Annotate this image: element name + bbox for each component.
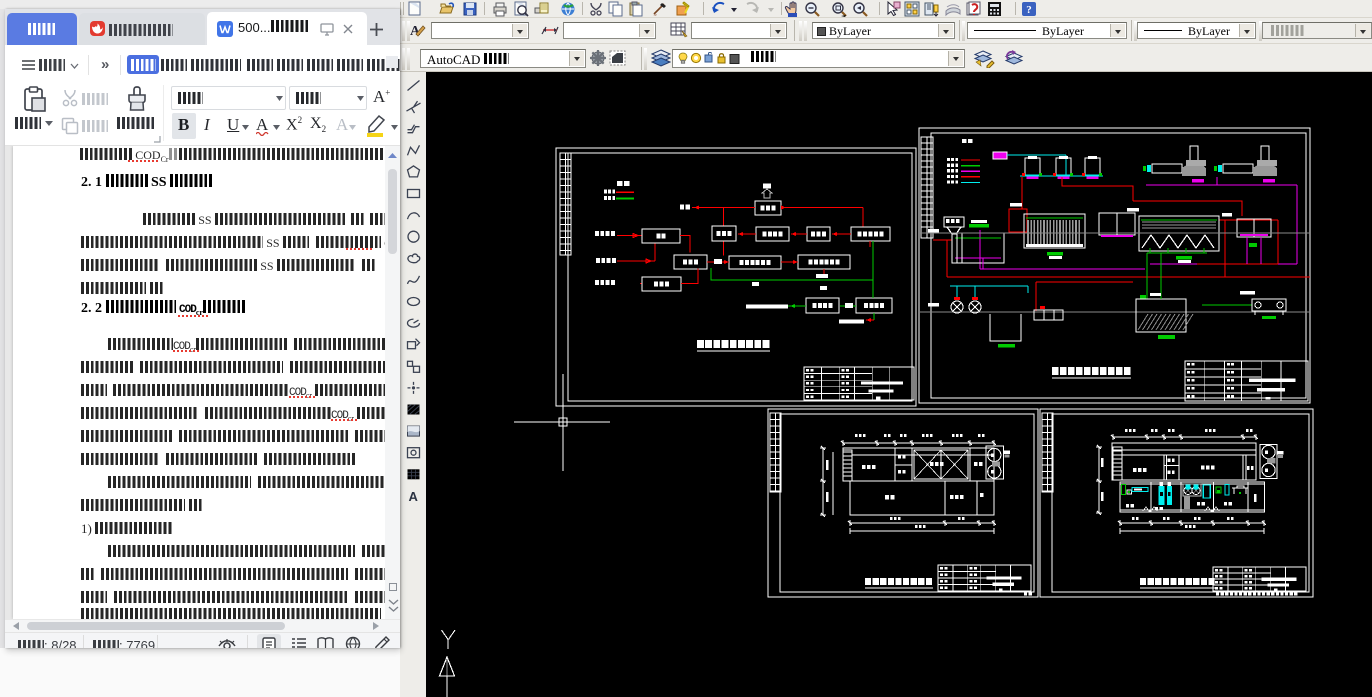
svg-text:?: ? — [1026, 4, 1032, 16]
svg-text:A: A — [409, 489, 419, 504]
